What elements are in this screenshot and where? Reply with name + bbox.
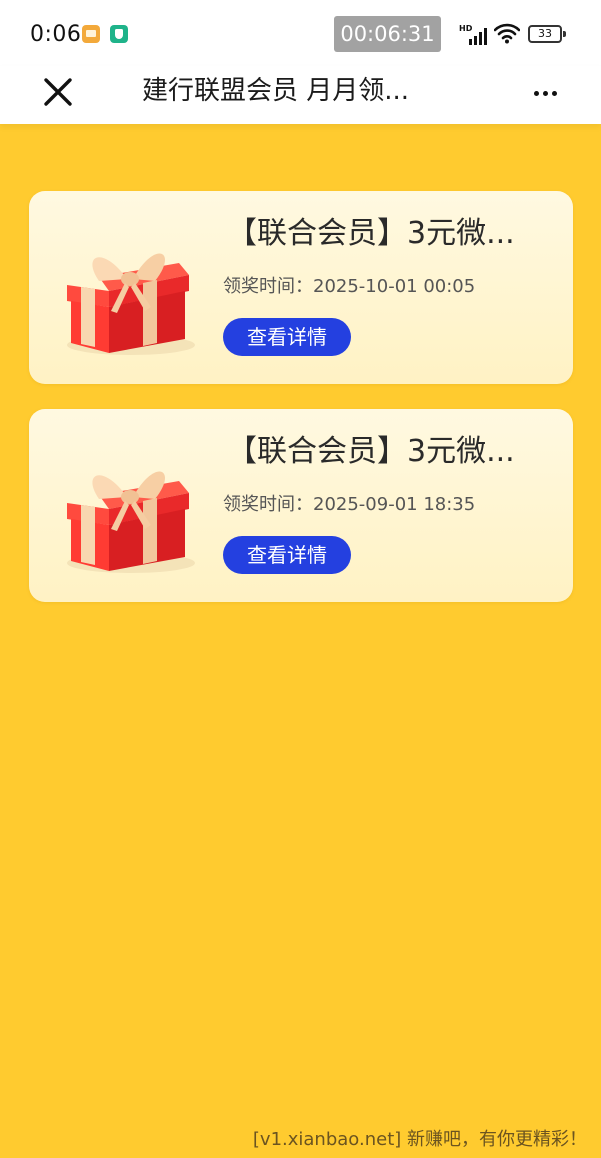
status-time: 0:06 <box>30 22 82 47</box>
signal-icon: HD <box>459 24 489 46</box>
reward-title: 【联合会员】3元微... <box>227 434 515 469</box>
more-button[interactable] <box>528 78 564 108</box>
gift-box-icon <box>67 253 195 355</box>
close-button[interactable] <box>40 74 76 110</box>
status-bar: 0:06 00:06:31 HD 33 <box>0 0 601 66</box>
reward-record-card: 【联合会员】3元微... 领奖时间：2025-09-01 18:35 查看详情 <box>29 409 573 602</box>
reward-title: 【联合会员】3元微... <box>227 216 515 251</box>
nav-bar: 建行联盟会员 月月领... <box>0 66 601 124</box>
reward-record-card: 【联合会员】3元微... 领奖时间：2025-10-01 00:05 查看详情 <box>29 191 573 384</box>
reward-time: 领奖时间：2025-09-01 18:35 <box>223 494 476 515</box>
view-details-button[interactable]: 查看详情 <box>223 536 351 574</box>
more-icon <box>534 91 539 96</box>
reward-time: 领奖时间：2025-10-01 00:05 <box>223 276 476 297</box>
message-notification-icon <box>82 25 100 43</box>
wifi-icon <box>493 22 521 44</box>
page-title: 建行联盟会员 月月领... <box>142 76 410 106</box>
gift-box-icon <box>67 471 195 573</box>
screen-recording-timer: 00:06:31 <box>334 16 441 52</box>
close-icon <box>44 78 72 106</box>
shield-notification-icon <box>110 25 128 43</box>
battery-icon: 33 <box>528 25 566 43</box>
view-details-button[interactable]: 查看详情 <box>223 318 351 356</box>
watermark-text: [v1.xianbao.net] 新赚吧，有你更精彩！ <box>252 1129 587 1150</box>
